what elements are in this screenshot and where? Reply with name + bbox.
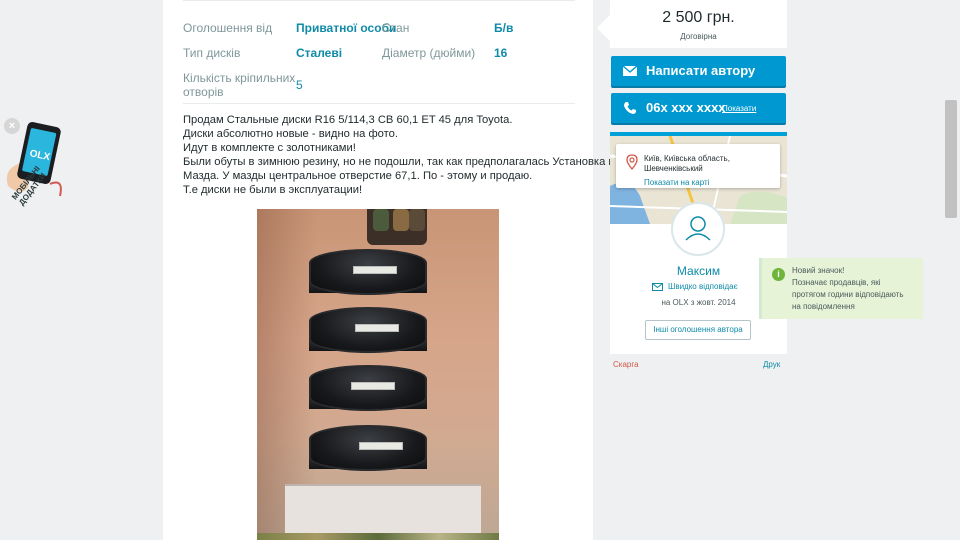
listing-photo[interactable]	[257, 209, 499, 540]
param-value[interactable]: 5	[296, 78, 303, 92]
param-label: Кількість кріпильних	[183, 71, 296, 85]
complain-link[interactable]: Скарга	[613, 360, 639, 369]
param-label: Оголошення від	[183, 21, 273, 35]
show-phone-link[interactable]: Показати	[722, 104, 756, 113]
param-value[interactable]: Сталеві	[296, 46, 342, 60]
write-author-button[interactable]: Написати автору	[611, 56, 786, 86]
tooltip-line: протягом години відповідають	[792, 290, 904, 299]
user-icon	[685, 216, 711, 241]
phone-number: 06x xxx xxxx	[646, 100, 726, 115]
description-line: Продам Стальные диски R16 5/114,3 CB 60,…	[183, 114, 513, 126]
write-author-label: Написати автору	[646, 63, 756, 78]
tooltip-line: на повідомлення	[792, 302, 855, 311]
listing-description: Продам Стальные диски R16 5/114,3 CB 60,…	[183, 113, 621, 197]
param-label: Стан	[382, 21, 410, 35]
price: 2 500 грн.	[662, 9, 735, 26]
location-text: Київ, Київська область, Шевченківський	[644, 154, 730, 174]
avatar	[671, 202, 725, 256]
location-line-1: Київ, Київська область,	[644, 154, 730, 163]
param-value[interactable]: 16	[494, 46, 507, 60]
description-line: Т.е диски не были в эксплуатации!	[183, 184, 363, 196]
tooltip-line: Новий значок!	[792, 266, 845, 275]
price-negotiable: Договірна	[680, 32, 717, 41]
fast-reply-tooltip: i Новий значок! Позначає продавців, які …	[759, 258, 923, 319]
param-value[interactable]: Б/в	[494, 21, 513, 35]
location-pin-icon	[626, 154, 638, 170]
envelope-icon	[623, 65, 637, 76]
description-line: Идут в комплекте с золотниками!	[183, 142, 356, 154]
param-label: Діаметр (дюйми)	[382, 46, 476, 60]
phone-icon	[624, 102, 636, 114]
print-link[interactable]: Друк	[763, 360, 780, 369]
mobile-apps-promo[interactable]: × OLX МОБІЛЬНІ ДОДАТКИ	[0, 112, 70, 232]
info-icon: i	[772, 268, 785, 281]
envelope-icon	[652, 283, 663, 291]
other-ads-button[interactable]: Інші оголошення автора	[645, 320, 751, 340]
location-popup: Київ, Київська область, Шевченківський П…	[616, 144, 780, 188]
fast-reply-badge: Швидко відповідає	[668, 282, 738, 291]
tooltip-text: Новий значок! Позначає продавців, які пр…	[792, 265, 904, 313]
show-on-map-link[interactable]: Показати на карті	[644, 178, 709, 187]
description-line: Мазда. У мазды центральное отверстие 67,…	[183, 170, 533, 182]
price-box: 2 500 грн. Договірна	[597, 0, 787, 48]
listing-params: Оголошення від Приватної особи Стан Б/в …	[183, 0, 575, 104]
seller-card: Київ, Київська область, Шевченківський П…	[610, 132, 787, 354]
phone-button[interactable]: 06x xxx xxxx Показати	[611, 93, 786, 123]
description-line: Диски абсолютно новые - видно на фото.	[183, 128, 398, 140]
description-line: Были обуты в зимнюю резину, но не подошл…	[183, 156, 621, 168]
tooltip-line: Позначає продавців, які	[792, 278, 881, 287]
param-label: отворів	[183, 85, 224, 99]
scrollbar-thumb[interactable]	[945, 100, 957, 218]
location-line-2: Шевченківський	[644, 164, 703, 173]
param-label: Тип дисків	[183, 46, 241, 60]
listing-content: Оголошення від Приватної особи Стан Б/в …	[163, 0, 621, 540]
